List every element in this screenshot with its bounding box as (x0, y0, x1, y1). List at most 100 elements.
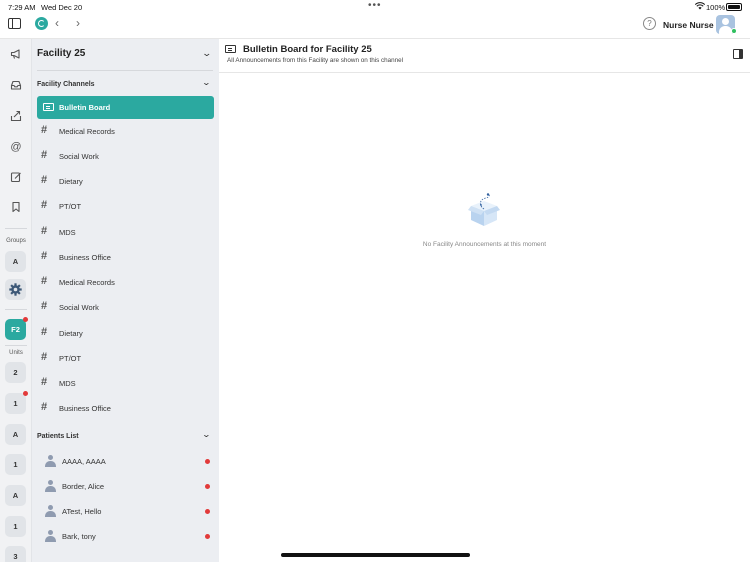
patient-name: Border, Alice (62, 482, 105, 491)
alert-dot (23, 317, 28, 322)
facility-channels-heading[interactable]: Facility Channels (37, 81, 95, 88)
channel-item[interactable]: # Business Office (37, 246, 214, 269)
chevron-down-icon[interactable]: ⌄ (202, 78, 211, 87)
patient-item[interactable]: Border, Alice (37, 475, 214, 498)
channel-item[interactable]: # PT/OT (37, 195, 214, 218)
channel-item[interactable]: # MDS (37, 221, 214, 244)
hashtag-icon: # (41, 326, 48, 338)
avatar-head (722, 18, 729, 25)
inbox-icon[interactable] (9, 79, 23, 93)
channel-item[interactable]: # Business Office (37, 397, 214, 420)
chevron-down-icon[interactable]: ⌄ (202, 430, 211, 439)
hashtag-icon: # (41, 149, 48, 161)
patient-icon (45, 530, 56, 542)
channel-item[interactable]: # Social Work (37, 296, 214, 319)
patient-item[interactable]: Bark, tony (37, 525, 214, 548)
status-time: 7:29 AM (8, 3, 36, 12)
unread-dot (205, 484, 210, 489)
patient-icon (45, 480, 56, 492)
patient-name: ATest, Hello (62, 507, 102, 516)
unit-badge[interactable]: A (5, 485, 26, 506)
patient-icon (45, 505, 56, 517)
facility-badge[interactable]: F2 (5, 317, 28, 340)
sidebar-toggle-icon[interactable] (8, 18, 21, 29)
channel-item[interactable]: # PT/OT (37, 347, 214, 370)
channel-item-bulletin-board[interactable]: Bulletin Board (37, 96, 214, 119)
group-badge[interactable]: A (5, 251, 26, 272)
channel-header: Bulletin Board for Facility 25 All Annou… (219, 39, 750, 73)
alert-dot (23, 391, 28, 396)
patient-item[interactable]: ATest, Hello (37, 500, 214, 523)
unit-badge-label: 1 (13, 522, 18, 531)
hashtag-icon: # (41, 275, 48, 287)
settings-button[interactable] (5, 279, 26, 300)
channel-label: Business Office (59, 253, 111, 262)
bulletin-board-icon (43, 103, 54, 111)
channel-item[interactable]: # MDS (37, 372, 214, 395)
unit-badge-label: 3 (13, 552, 18, 561)
home-indicator[interactable] (281, 553, 470, 557)
gear-icon (9, 283, 22, 296)
outbox-icon[interactable] (9, 110, 23, 124)
bookmark-icon[interactable] (9, 201, 23, 215)
unit-badge[interactable]: A (5, 424, 26, 445)
unit-badge-label: A (12, 491, 19, 500)
patient-name: Bark, tony (62, 532, 96, 541)
patients-list-heading[interactable]: Patients List (37, 433, 79, 440)
left-rail: @ Groups A F2 Units 2 1 A 1 A 1 3 (0, 39, 32, 562)
unit-badge[interactable]: 1 (5, 516, 26, 537)
chevron-down-icon[interactable]: ⌄ (201, 48, 212, 59)
unread-dot (205, 459, 210, 464)
hashtag-icon: # (41, 124, 48, 136)
bulletin-board-icon (225, 45, 236, 53)
rail-divider (5, 309, 27, 310)
unit-badge-label: 1 (13, 399, 18, 408)
channel-item[interactable]: # Dietary (37, 170, 214, 193)
patient-item[interactable]: AAAA, AAAA (37, 450, 214, 473)
hashtag-icon: # (41, 300, 48, 312)
hashtag-icon: # (41, 174, 48, 186)
rail-divider (5, 228, 27, 229)
channel-label: Bulletin Board (59, 103, 111, 112)
groups-label: Groups (6, 238, 26, 244)
channel-item[interactable]: # Medical Records (37, 271, 214, 294)
unit-badge-label: 2 (13, 368, 18, 377)
page-title: Bulletin Board for Facility 25 (243, 44, 372, 55)
battery-percent: 100% (706, 3, 726, 12)
patient-name: AAAA, AAAA (62, 457, 106, 466)
channel-item[interactable]: # Dietary (37, 322, 214, 345)
page-subtitle: All Announcements from this Facility are… (227, 57, 404, 64)
hashtag-icon: # (41, 351, 48, 363)
megaphone-icon[interactable] (9, 48, 23, 62)
hashtag-icon: # (41, 401, 48, 413)
main-content: Bulletin Board for Facility 25 All Annou… (219, 39, 750, 562)
unit-badge[interactable]: 3 (5, 546, 26, 562)
unread-dot (205, 509, 210, 514)
channel-label: Social Work (59, 152, 99, 161)
channel-label: PT/OT (59, 202, 82, 211)
divider (37, 70, 213, 71)
unread-dot (205, 534, 210, 539)
channel-item[interactable]: # Social Work (37, 145, 214, 168)
forward-chevron-icon[interactable]: › (76, 16, 80, 30)
back-chevron-icon[interactable]: ‹ (55, 16, 59, 30)
at-mention-icon[interactable]: @ (9, 140, 23, 154)
status-bar: 7:29 AM Wed Dec 20 ••• 100% (0, 0, 750, 14)
top-nav-bar: ‹ › ? Nurse Nurse (0, 14, 750, 39)
unit-badge[interactable]: 2 (5, 362, 26, 383)
facility-badge-label: F2 (11, 325, 20, 334)
channel-label: PT/OT (59, 354, 82, 363)
empty-state-message: No Facility Announcements at this moment (422, 241, 547, 248)
compose-icon[interactable] (9, 171, 23, 185)
channel-label: Social Work (59, 303, 99, 312)
help-icon[interactable]: ? (643, 17, 656, 30)
hashtag-icon: # (41, 250, 48, 262)
user-name[interactable]: Nurse Nurse (663, 20, 714, 30)
channel-label: Medical Records (59, 278, 115, 287)
unit-badge[interactable]: 1 (5, 454, 26, 475)
facility-title[interactable]: Facility 25 (37, 48, 85, 59)
multitasking-dots-icon[interactable]: ••• (368, 0, 382, 11)
channel-item[interactable]: # Medical Records (37, 120, 214, 143)
right-panel-toggle-icon[interactable] (733, 49, 743, 59)
unit-badge[interactable]: 1 (5, 391, 28, 414)
